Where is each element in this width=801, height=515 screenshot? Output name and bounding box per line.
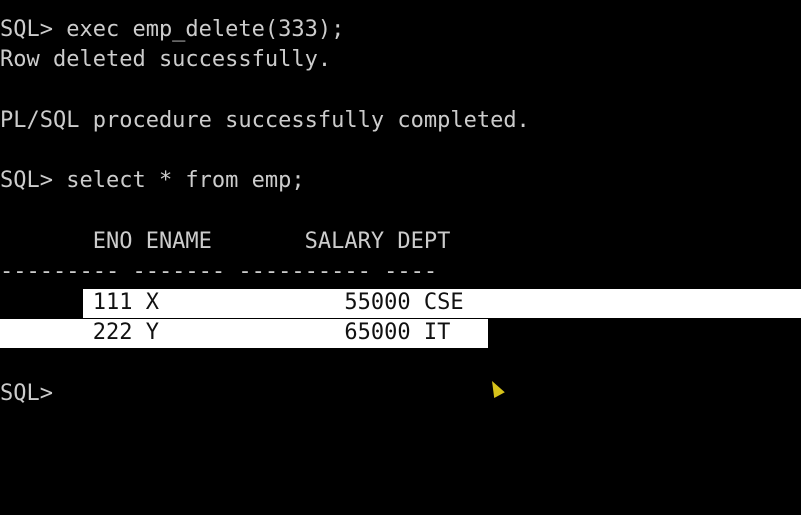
terminal-window[interactable]: SQL> exec emp_delete(333); Row deleted s… xyxy=(0,0,801,515)
command-exec: SQL> exec emp_delete(333); xyxy=(0,17,345,42)
command-select: SQL> select * from emp; xyxy=(0,168,305,193)
table-separator: --------- ------- ---------- ---- xyxy=(0,259,438,284)
mouse-pointer-icon xyxy=(486,378,505,398)
table-header: ENO ENAME SALARY DEPT xyxy=(0,229,451,254)
sql-prompt[interactable]: SQL> xyxy=(0,379,53,409)
output-row-deleted: Row deleted successfully. xyxy=(0,47,332,72)
table-row: 222 Y 65000 IT xyxy=(0,320,451,345)
table-row: 111 X 55000 CSE xyxy=(0,290,464,315)
output-plsql-completed: PL/SQL procedure successfully completed. xyxy=(0,108,530,133)
